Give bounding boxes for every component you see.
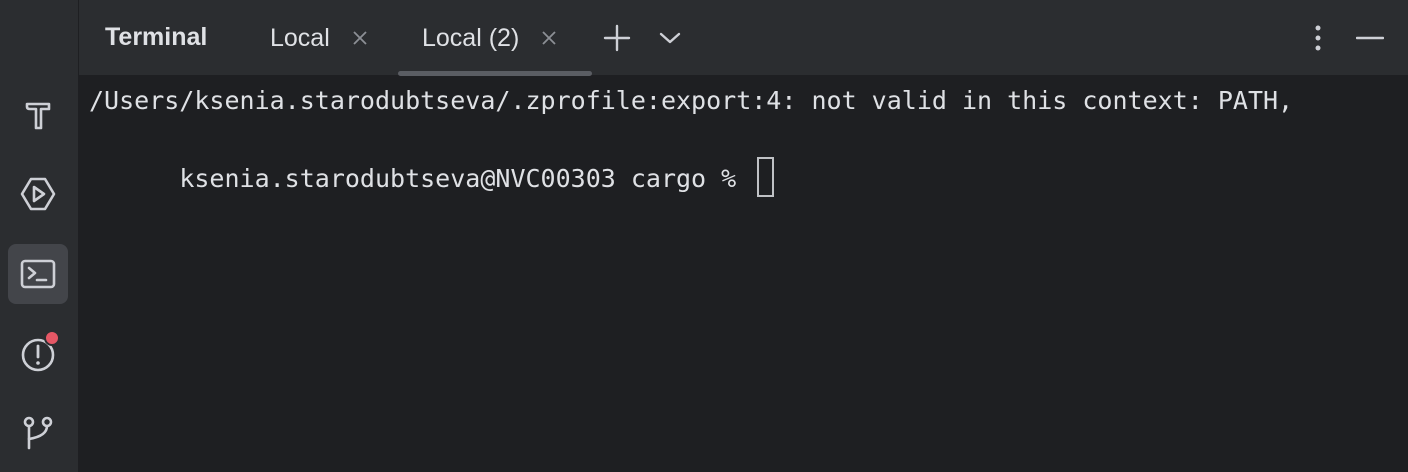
terminal-tool-button[interactable]	[8, 244, 68, 304]
notification-badge	[44, 330, 60, 346]
tab-label: Local (2)	[422, 23, 520, 52]
terminal-cursor	[757, 157, 775, 197]
close-icon[interactable]	[352, 30, 368, 46]
build-tool-button[interactable]	[8, 84, 68, 144]
plus-icon	[603, 24, 631, 52]
tab-dropdown-button[interactable]	[650, 18, 690, 58]
run-icon	[20, 177, 56, 211]
git-tool-button[interactable]	[8, 402, 68, 462]
problems-tool-button[interactable]	[8, 324, 68, 384]
terminal-prompt-line[interactable]: ksenia.starodubtseva@NVC00303 cargo %	[89, 130, 775, 230]
panel-title: Terminal	[105, 23, 208, 51]
tool-window-stripe	[0, 0, 79, 472]
terminal-output[interactable]: /Users/ksenia.starodubtseva/.zprofile:ex…	[79, 76, 1408, 472]
minimize-icon	[1356, 36, 1384, 40]
run-tool-button[interactable]	[8, 164, 68, 224]
git-branch-icon	[23, 416, 53, 450]
terminal-window: Terminal Local Local (2) /Users/ksenia.s…	[0, 0, 1408, 472]
tool-window-header: Terminal Local Local (2)	[79, 0, 1408, 76]
tab-label: Local	[270, 23, 330, 52]
terminal-icon	[20, 259, 56, 289]
minimize-button[interactable]	[1350, 18, 1390, 58]
close-icon[interactable]	[541, 30, 557, 46]
new-tab-button[interactable]	[597, 18, 637, 58]
terminal-prompt: ksenia.starodubtseva@NVC00303 cargo %	[179, 164, 752, 193]
terminal-line: /Users/ksenia.starodubtseva/.zprofile:ex…	[89, 86, 1294, 115]
chevron-down-icon	[659, 32, 681, 44]
more-options-button[interactable]	[1298, 18, 1338, 58]
more-vertical-icon	[1315, 25, 1321, 51]
tab-local[interactable]: Local	[270, 0, 368, 75]
hammer-icon	[25, 102, 51, 130]
tab-local-2[interactable]: Local (2)	[422, 0, 557, 75]
